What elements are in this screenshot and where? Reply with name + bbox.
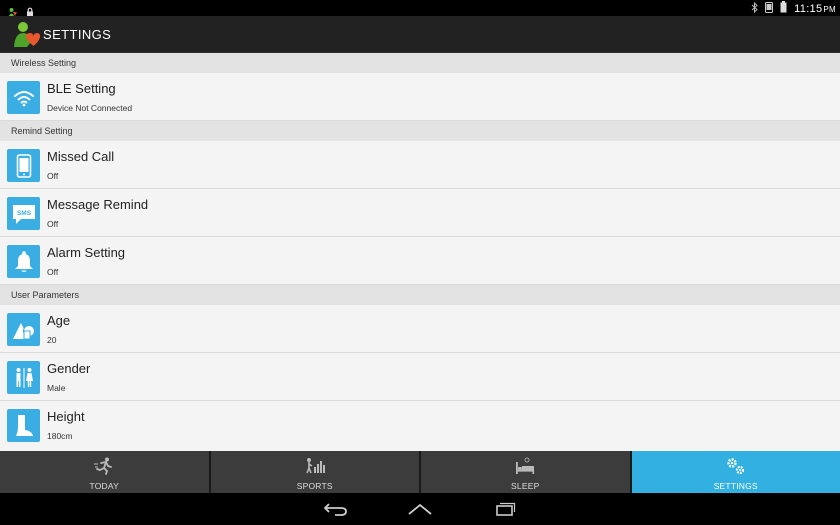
setting-value: 20 [47,335,57,345]
setting-item-alarm[interactable]: Alarm Setting Off [0,237,840,285]
boot-icon [7,409,40,442]
setting-item-ble[interactable]: BLE Setting Device Not Connected [0,73,840,121]
battery-icon [780,1,787,16]
setting-value: Off [47,267,59,277]
setting-item-height[interactable]: Height 180cm [0,401,840,449]
status-bar-system: 11:15PM [751,1,836,16]
sports-stats-icon [304,457,326,475]
setting-title: Alarm Setting [47,245,126,260]
tab-label: SPORTS [296,481,333,491]
phone-signal-icon [765,1,774,16]
setting-title: Height [47,409,85,424]
back-icon[interactable] [323,501,349,517]
age-shapes-icon [7,313,40,346]
setting-title: BLE Setting [47,81,116,96]
tab-today[interactable]: TODAY [0,451,211,493]
status-bar: 11:15PM [0,0,840,17]
section-header-remind: Remind Setting [0,121,840,141]
setting-item-missed-call[interactable]: Missed Call Off [0,141,840,189]
sms-icon-text: SMS [16,210,31,217]
recent-apps-icon[interactable] [491,501,517,517]
tab-settings[interactable]: SETTINGS [631,451,840,493]
tab-label: TODAY [89,481,119,491]
action-bar: SETTINGS [0,16,840,53]
tab-label: SLEEP [511,481,540,491]
setting-value: Off [47,171,59,181]
setting-value: Device Not Connected [47,103,133,113]
section-header-user-parameters: User Parameters [0,285,840,305]
home-icon[interactable] [407,501,433,517]
page-title: SETTINGS [43,27,112,42]
settings-list: Wireless Setting BLE Setting Device Not … [0,53,840,451]
setting-value: Male [47,383,66,393]
setting-item-age[interactable]: Age 20 [0,305,840,353]
bluetooth-icon [751,1,758,16]
setting-value: 180cm [47,431,73,441]
clock-ampm: PM [823,4,836,14]
gears-icon [725,457,747,475]
tab-sports[interactable]: SPORTS [210,451,421,493]
setting-value: Off [47,219,59,229]
setting-title: Message Remind [47,197,149,212]
setting-item-message-remind[interactable]: SMS Message Remind Off [0,189,840,237]
setting-item-gender[interactable]: Gender Male [0,353,840,401]
bottom-tab-bar: TODAY SPORTS SLEEP SETTINGS [0,451,840,493]
app-logo-icon[interactable] [11,20,41,50]
tab-sleep[interactable]: SLEEP [421,451,632,493]
clock-time: 11:15 [794,2,823,15]
running-icon [93,457,115,475]
section-header-wireless: Wireless Setting [0,53,840,73]
gender-icon [7,361,40,394]
tab-label: SETTINGS [713,481,758,491]
phone-icon [7,149,40,182]
wifi-icon [7,81,40,114]
setting-title: Missed Call [47,149,115,164]
bed-icon [514,457,536,475]
setting-title: Gender [47,361,91,376]
clock: 11:15PM [794,3,836,15]
sms-icon: SMS [7,197,40,230]
setting-title: Age [47,313,71,328]
system-navigation-bar [0,493,840,525]
bell-icon [7,245,40,278]
